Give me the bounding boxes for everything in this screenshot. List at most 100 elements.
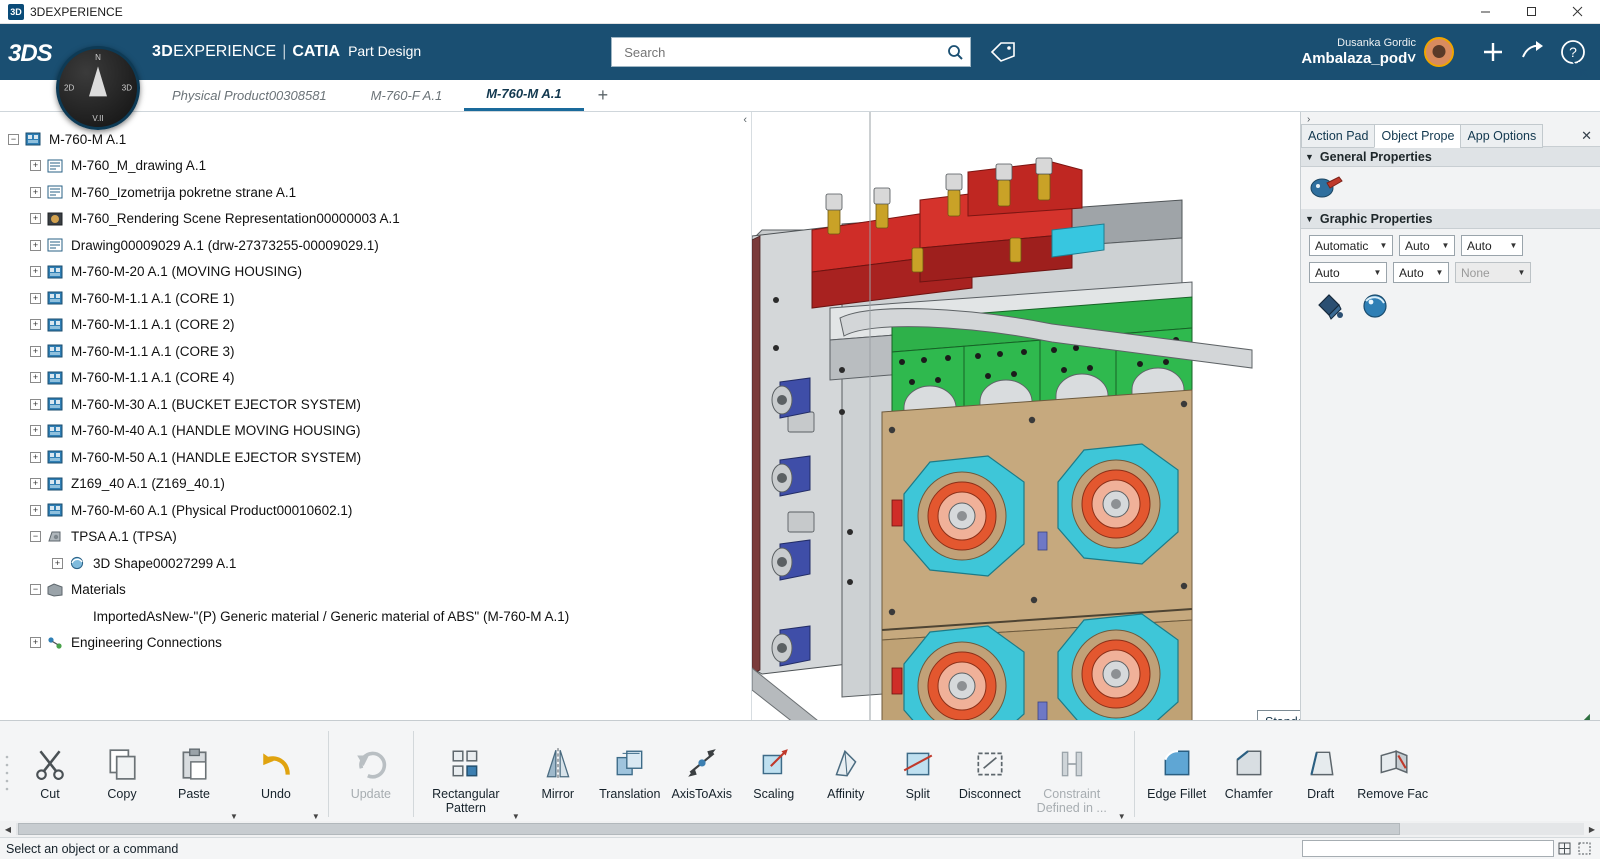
tree-node[interactable]: +M-760-M-20 A.1 (MOVING HOUSING) [0,259,751,286]
tree-expander-icon[interactable]: + [30,266,41,277]
panel-tab[interactable]: App Options [1460,124,1543,148]
scroll-thumb[interactable] [18,823,1400,835]
tree-node[interactable]: +M-760-M-1.1 A.1 (CORE 3) [0,338,751,365]
ribbon-command[interactable]: Undo▼ [240,727,322,821]
user-block[interactable]: Dusanka Gordic Ambalaza_pod˅ [1301,37,1416,67]
scroll-left-arrow[interactable]: ◀ [0,821,16,837]
share-icon[interactable] [1516,35,1550,69]
avatar[interactable] [1424,37,1454,67]
graphic-property-combo[interactable]: Auto▼ [1399,235,1455,256]
ribbon-command[interactable]: Affinity [810,727,882,821]
tree-expander-icon[interactable]: + [30,213,41,224]
ribbon-command[interactable]: Edge Fillet [1141,727,1213,821]
search-icon[interactable] [947,44,964,61]
chevron-down-icon[interactable]: ▼ [1507,241,1520,250]
tree-expander-icon[interactable]: + [30,319,41,330]
tree-node[interactable]: −M-760-M A.1 [0,126,751,153]
tree-expander-icon[interactable]: + [30,478,41,489]
select-mode-icon[interactable] [1574,841,1594,857]
tree-node[interactable]: +Engineering Connections [0,630,751,657]
plus-icon[interactable] [1476,35,1510,69]
ribbon-command[interactable]: Paste▼ [158,727,240,821]
graphic-property-combo[interactable]: Auto▼ [1393,262,1449,283]
panel-tab[interactable]: Object Prope [1374,124,1461,148]
chevron-down-icon[interactable]: ▼ [230,812,238,821]
ribbon-command[interactable]: Translation [594,727,666,821]
panel-tab[interactable]: Action Pad [1301,124,1375,148]
maximize-button[interactable] [1508,0,1554,24]
ribbon-command[interactable]: Rectangular Pattern▼ [420,727,522,821]
ribbon-drag-handle[interactable] [0,727,14,827]
chevron-down-icon[interactable]: ▼ [1433,268,1446,277]
chevron-down-icon[interactable]: ▼ [1515,268,1528,277]
command-input[interactable] [1302,840,1554,857]
tree-expander-icon[interactable]: + [30,452,41,463]
ribbon-command[interactable]: Cut [14,727,86,821]
tree-node[interactable]: +M-760-M-1.1 A.1 (CORE 4) [0,365,751,392]
graphic-property-combo[interactable]: Automatic▼ [1309,235,1393,256]
chevron-down-icon[interactable]: ˅ [1407,50,1416,67]
product-tab[interactable]: M-760-F A.1 [349,79,465,111]
compass-widget[interactable]: N V.II 2D 3D [56,46,140,130]
tree-expander-icon[interactable]: + [30,160,41,171]
product-tab[interactable]: M-760-M A.1 [464,79,583,111]
close-button[interactable] [1554,0,1600,24]
ribbon-command[interactable]: AxisToAxis [666,727,738,821]
ribbon-command[interactable]: Disconnect [954,727,1026,821]
scroll-track[interactable] [16,823,1584,835]
render-properties-icon[interactable] [1309,173,1343,203]
tree-expander-icon[interactable]: + [30,637,41,648]
section-graphic-properties[interactable]: ▼ Graphic Properties [1301,209,1600,229]
ribbon-command[interactable]: Scaling [738,727,810,821]
tree-node[interactable]: +M-760_M_drawing A.1 [0,153,751,180]
chevron-down-icon[interactable]: ▼ [312,812,320,821]
graphic-property-combo[interactable]: Auto▼ [1461,235,1523,256]
tree-node[interactable]: +M-760-M-60 A.1 (Physical Product0001060… [0,497,751,524]
panel-close-icon[interactable]: ✕ [1573,128,1600,144]
3ds-logo[interactable]: 3DS [8,38,52,68]
chevron-down-icon[interactable]: ▼ [1118,812,1126,821]
scroll-right-arrow[interactable]: ▶ [1584,821,1600,837]
tree-node[interactable]: +Z169_40 A.1 (Z169_40.1) [0,471,751,498]
ribbon-command[interactable]: Split [882,727,954,821]
tree-expander-icon[interactable]: − [30,584,41,595]
graphic-property-combo[interactable]: Auto▼ [1309,262,1387,283]
tree-expander-icon[interactable]: + [30,293,41,304]
ribbon-command[interactable]: Draft [1285,727,1357,821]
tree-expander-icon[interactable]: + [30,346,41,357]
tree-expander-icon[interactable]: + [30,372,41,383]
tree-node[interactable]: +M-760_Izometrija pokretne strane A.1 [0,179,751,206]
tree-expander-icon[interactable]: + [30,187,41,198]
paint-bucket-icon[interactable] [1313,291,1345,326]
tree-node[interactable]: +M-760-M-50 A.1 (HANDLE EJECTOR SYSTEM) [0,444,751,471]
tree-expander-icon[interactable]: + [30,240,41,251]
ribbon-command[interactable]: Mirror [522,727,594,821]
ribbon-command[interactable]: Chamfer [1213,727,1285,821]
ribbon-scrollbar[interactable]: ◀ ▶ [0,821,1600,837]
tree-node[interactable]: −TPSA A.1 (TPSA) [0,524,751,551]
chevron-down-icon[interactable]: ▼ [512,812,520,821]
collapse-panel-icon[interactable] [1568,58,1592,80]
ribbon-command[interactable]: Copy [86,727,158,821]
tree-expander-icon[interactable]: + [30,505,41,516]
graphic-property-combo[interactable]: None▼ [1455,262,1531,283]
tree-node[interactable]: +M-760-M-1.1 A.1 (CORE 1) [0,285,751,312]
tree-expander-icon[interactable]: + [30,399,41,410]
sphere-render-icon[interactable] [1359,291,1391,326]
section-general-properties[interactable]: ▼ General Properties [1301,147,1600,167]
grid-icon[interactable] [1554,841,1574,857]
ribbon-command[interactable]: Update [335,727,407,821]
tree-node[interactable]: +M-760_Rendering Scene Representation000… [0,206,751,233]
product-tab[interactable]: Physical Product00308581 [150,79,349,111]
minimize-button[interactable] [1462,0,1508,24]
tree-node[interactable]: +M-760-M-30 A.1 (BUCKET EJECTOR SYSTEM) [0,391,751,418]
tag-icon[interactable] [989,38,1017,66]
tree-expander-icon[interactable]: − [8,134,19,145]
chevron-down-icon[interactable]: ▼ [1377,241,1390,250]
ribbon-command[interactable]: Remove Fac [1357,727,1429,821]
tree-expander-icon[interactable]: − [30,531,41,542]
tree-node[interactable]: +M-760-M-1.1 A.1 (CORE 2) [0,312,751,339]
search-input[interactable] [622,44,947,61]
tree-node[interactable]: ImportedAsNew-"(P) Generic material / Ge… [0,603,751,630]
chevron-down-icon[interactable]: ▼ [1439,241,1452,250]
